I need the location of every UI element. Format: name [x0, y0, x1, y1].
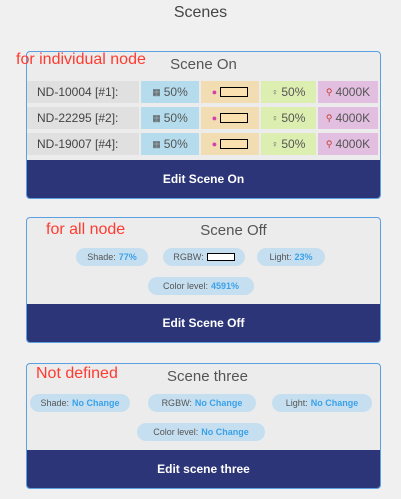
temp-value: 4000K	[335, 111, 371, 125]
light-value: No Change	[310, 398, 359, 408]
page-title: Scenes	[173, 4, 228, 21]
rgbw-swatch	[220, 87, 249, 97]
color-level-pill: Color level: 4591%	[148, 277, 254, 295]
shade-icon: ▦	[152, 112, 161, 123]
shade-cell: ▦ 50%	[141, 81, 199, 103]
annotation-individual: for individual node	[16, 51, 146, 68]
rgbw-label: RGBW:	[161, 398, 192, 408]
shade-cell: ▦ 50%	[141, 107, 199, 129]
thermometer-icon: ⚲	[325, 112, 333, 123]
shade-pill: Shade: 77%	[76, 248, 148, 266]
color-level-label: Color level:	[153, 427, 199, 437]
shade-cell: ▦ 50%	[141, 133, 199, 155]
temp-value: 4000K	[335, 85, 371, 99]
rgbw-icon: ●	[211, 139, 218, 149]
light-label: Light:	[285, 398, 308, 408]
color-level-value: No Change	[201, 427, 249, 437]
temp-cell: ⚲ 4000K	[318, 81, 378, 103]
light-label: Light:	[269, 252, 292, 262]
node-label: ND-19007 [#4]:	[27, 133, 139, 155]
thermometer-icon: ⚲	[325, 138, 333, 149]
edit-scene-three-button[interactable]: Edit scene three	[27, 450, 380, 488]
light-value: 50%	[281, 111, 306, 125]
shade-icon: ▦	[152, 86, 161, 97]
light-cell: ♀ 50%	[261, 107, 316, 129]
shade-value: 50%	[163, 137, 188, 151]
node-row: ND-10004 [#1]: ▦ 50% ● ♀ 50% ⚲ 4000K	[27, 81, 378, 103]
rgbw-icon: ●	[211, 113, 218, 123]
shade-value: 77%	[118, 252, 137, 262]
shade-icon: ▦	[152, 138, 161, 149]
shade-label: Shade:	[40, 398, 69, 408]
thermometer-icon: ⚲	[325, 86, 333, 97]
node-row: ND-19007 [#4]: ▦ 50% ● ♀ 50% ⚲ 4000K	[27, 133, 378, 155]
rgbw-value: No Change	[194, 398, 243, 408]
color-level-label: Color level:	[162, 281, 208, 291]
node-label: ND-22295 [#2]:	[27, 107, 139, 129]
shade-pill: Shade: No Change	[30, 394, 130, 412]
rgbw-cell: ●	[201, 81, 259, 103]
rgbw-icon: ●	[211, 87, 218, 97]
shade-value: No Change	[72, 398, 120, 408]
light-cell: ♀ 50%	[261, 81, 316, 103]
light-value: 50%	[281, 85, 306, 99]
rgbw-swatch	[220, 113, 249, 123]
edit-scene-on-button[interactable]: Edit Scene On	[27, 160, 380, 198]
temp-value: 4000K	[335, 137, 371, 151]
rgbw-label: RGBW:	[173, 252, 204, 262]
annotation-all: for all node	[46, 221, 126, 238]
light-pill: Light: No Change	[272, 394, 372, 412]
rgbw-pill: RGBW:	[163, 248, 245, 266]
bulb-icon: ♀	[271, 87, 279, 97]
bulb-icon: ♀	[271, 139, 279, 149]
rgbw-swatch	[206, 253, 235, 261]
node-label: ND-10004 [#1]:	[27, 81, 139, 103]
rgbw-pill: RGBW: No Change	[148, 394, 256, 412]
shade-value: 50%	[163, 85, 188, 99]
light-value: 23%	[294, 252, 313, 262]
shade-label: Shade:	[87, 252, 116, 262]
light-cell: ♀ 50%	[261, 133, 316, 155]
color-level-pill: Color level: No Change	[137, 423, 265, 441]
node-row: ND-22295 [#2]: ▦ 50% ● ♀ 50% ⚲ 4000K	[27, 107, 378, 129]
rgbw-swatch	[220, 139, 249, 149]
bulb-icon: ♀	[271, 113, 279, 123]
scene-on-card: Scene On ND-10004 [#1]: ▦ 50% ● ♀ 50% ⚲ 400…	[26, 51, 381, 199]
temp-cell: ⚲ 4000K	[318, 107, 378, 129]
temp-cell: ⚲ 4000K	[318, 133, 378, 155]
annotation-not-defined: Not defined	[36, 365, 118, 382]
color-level-value: 4591%	[211, 281, 240, 291]
light-value: 50%	[281, 137, 306, 151]
rgbw-cell: ●	[201, 133, 259, 155]
light-pill: Light: 23%	[257, 248, 325, 266]
shade-value: 50%	[163, 111, 188, 125]
rgbw-cell: ●	[201, 107, 259, 129]
edit-scene-off-button[interactable]: Edit Scene Off	[27, 304, 380, 342]
